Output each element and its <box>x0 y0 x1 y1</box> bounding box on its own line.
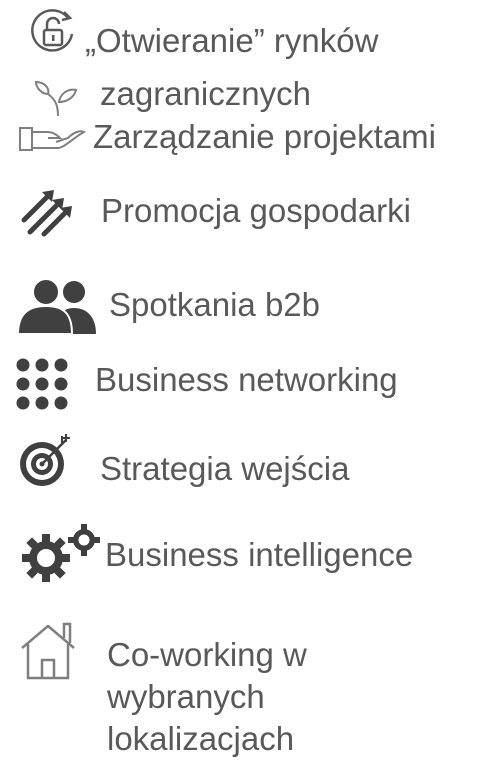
item-label: Co-working w wybranych lokalizacjach <box>107 636 307 757</box>
dots-grid-icon <box>14 356 72 414</box>
trending-arrows-icon <box>20 186 80 238</box>
list-item-co-working: Co-working w wybranych lokalizacjach <box>0 610 493 776</box>
gears-icon <box>22 524 106 584</box>
item-label: Business intelligence <box>105 536 414 573</box>
list-item-business-intelligence: Business intelligence <box>0 518 493 588</box>
list-item-promocja-gospodarki: Promocja gospodarki <box>0 182 493 242</box>
users-icon <box>16 278 100 336</box>
item-label: Zarządzanie projektami <box>93 118 436 155</box>
item-label: Spotkania b2b <box>109 286 321 323</box>
list-item-zagranicznych: zagranicznych <box>0 72 493 117</box>
item-label: Promocja gospodarki <box>101 192 411 229</box>
item-label: zagranicznych <box>100 75 311 112</box>
list-item-business-networking: Business networking <box>0 350 493 410</box>
item-label: „Otwieranie” rynków <box>85 22 379 59</box>
list-item-otwieranie-rynkow: „Otwieranie” rynków <box>0 0 493 70</box>
list-item-zarzadzanie-projektami: Zarządzanie projektami <box>0 112 493 162</box>
list-item-spotkania-b2b: Spotkania b2b <box>0 270 493 340</box>
item-label: Strategia wejścia <box>100 450 350 487</box>
house-icon <box>18 622 82 680</box>
item-label: Business networking <box>95 361 398 398</box>
unlock-refresh-icon <box>28 8 78 58</box>
list-item-strategia-wejscia: Strategia wejścia <box>0 428 493 498</box>
target-icon <box>14 430 80 490</box>
hand-holding-icon <box>18 114 90 158</box>
